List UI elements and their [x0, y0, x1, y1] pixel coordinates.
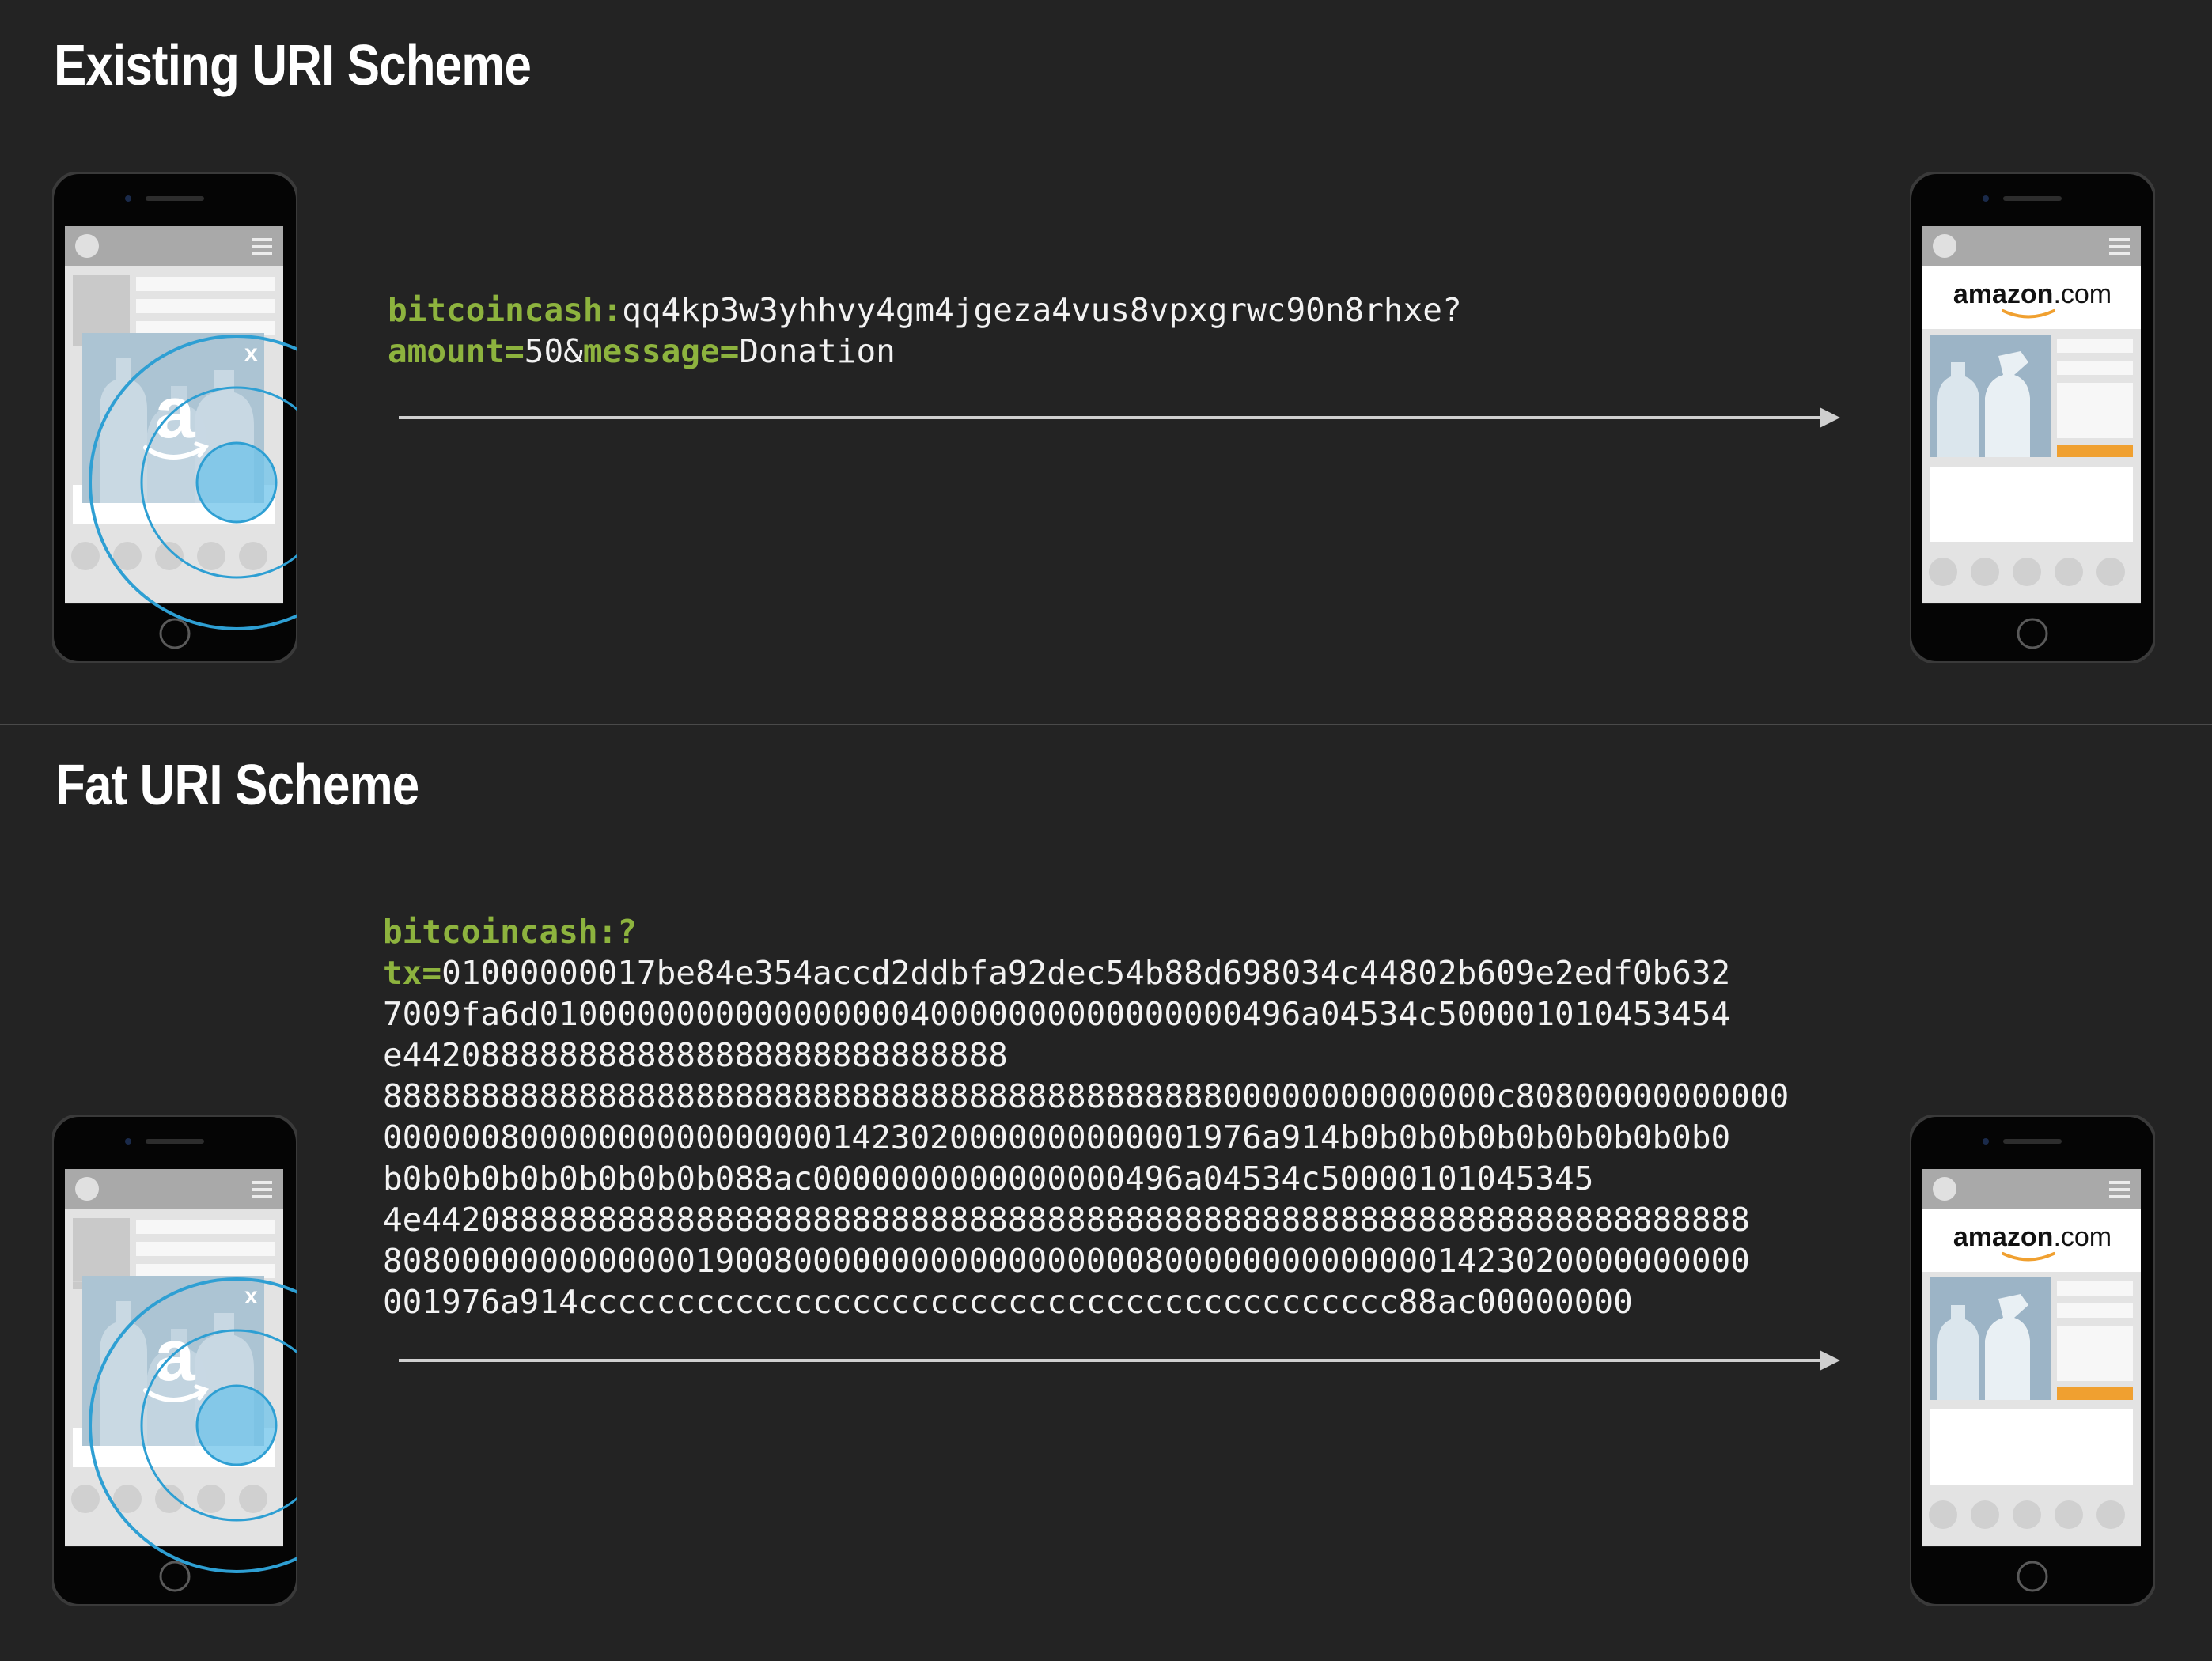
uri-amount-value: 50& — [524, 332, 583, 370]
amazon-logo-brand: amazon — [1953, 1222, 2054, 1252]
fat-uri-tx-hex: 01000000017be84e354accd2ddbfa92dec54b88d… — [441, 954, 1731, 992]
fat-uri-tx-hex: 0000008000000000000000014230200000000000… — [383, 1118, 1731, 1156]
sender-phone-fat — [52, 1115, 297, 1606]
existing-uri-line-2: amount=50&message=Donation — [388, 331, 1462, 372]
existing-uri-scheme-title: Existing URI Scheme — [54, 34, 532, 97]
amazon-logo: amazon.com — [1953, 279, 2112, 309]
amazon-logo: amazon.com — [1953, 1222, 2112, 1252]
receiver-phone-existing: amazon.com — [1910, 172, 2155, 663]
fat-uri-tx-hex: 4e44208888888888888888888888888888888888… — [383, 1201, 1750, 1239]
fat-flow-arrow — [399, 1350, 1840, 1371]
existing-uri-text: bitcoincash:qq4kp3w3yhhvy4gm4jgeza4vus8v… — [388, 289, 1462, 372]
uri-message-value: Donation — [739, 332, 896, 370]
fat-uri-tx-hex: 8888888888888888888888888888888888888888… — [383, 1077, 1790, 1115]
fat-uri-tx-key: tx= — [383, 954, 442, 992]
uri-scheme-keyword: bitcoincash: — [388, 291, 623, 329]
amazon-logo-suffix: .com — [2053, 1222, 2112, 1252]
fat-uri-tx-line-1: tx=01000000017be84e354accd2ddbfa92dec54b… — [383, 952, 1789, 993]
receiver-phone-fat: amazon.com — [1910, 1115, 2155, 1606]
sender-phone-existing — [52, 172, 297, 663]
uri-message-key: message= — [582, 332, 740, 370]
fat-uri-scheme-title: Fat URI Scheme — [55, 754, 419, 817]
fat-uri-tx-hex: 001976a914cccccccccccccccccccccccccccccc… — [383, 1283, 1633, 1321]
fat-uri-tx-hex: 8080000000000000190080000000000000000008… — [383, 1242, 1750, 1280]
fat-uri-tx-hex: e4420888888888888888888888888888 — [383, 1036, 1008, 1074]
existing-uri-line-1: bitcoincash:qq4kp3w3yhhvy4gm4jgeza4vus8v… — [388, 289, 1462, 331]
fat-uri-text: bitcoincash:? tx=01000000017be84e354accd2… — [383, 911, 1789, 1322]
uri-amount-key: amount= — [388, 332, 525, 370]
amazon-logo-suffix: .com — [2053, 279, 2112, 309]
fat-uri-tx-hex: b0b0b0b0b0b0b0b0b088ac000000000000000049… — [383, 1160, 1594, 1198]
fat-uri-tx-hex: 7009fa6d01000000000000000004000000000000… — [383, 995, 1731, 1033]
existing-flow-arrow — [399, 407, 1840, 428]
uri-address: qq4kp3w3yhhvy4gm4jgeza4vus8vpxgrwc90n8rh… — [622, 291, 1462, 329]
section-divider — [0, 724, 2212, 725]
fat-uri-scheme-keyword: bitcoincash:? — [383, 913, 637, 951]
amazon-logo-brand: amazon — [1953, 279, 2054, 309]
